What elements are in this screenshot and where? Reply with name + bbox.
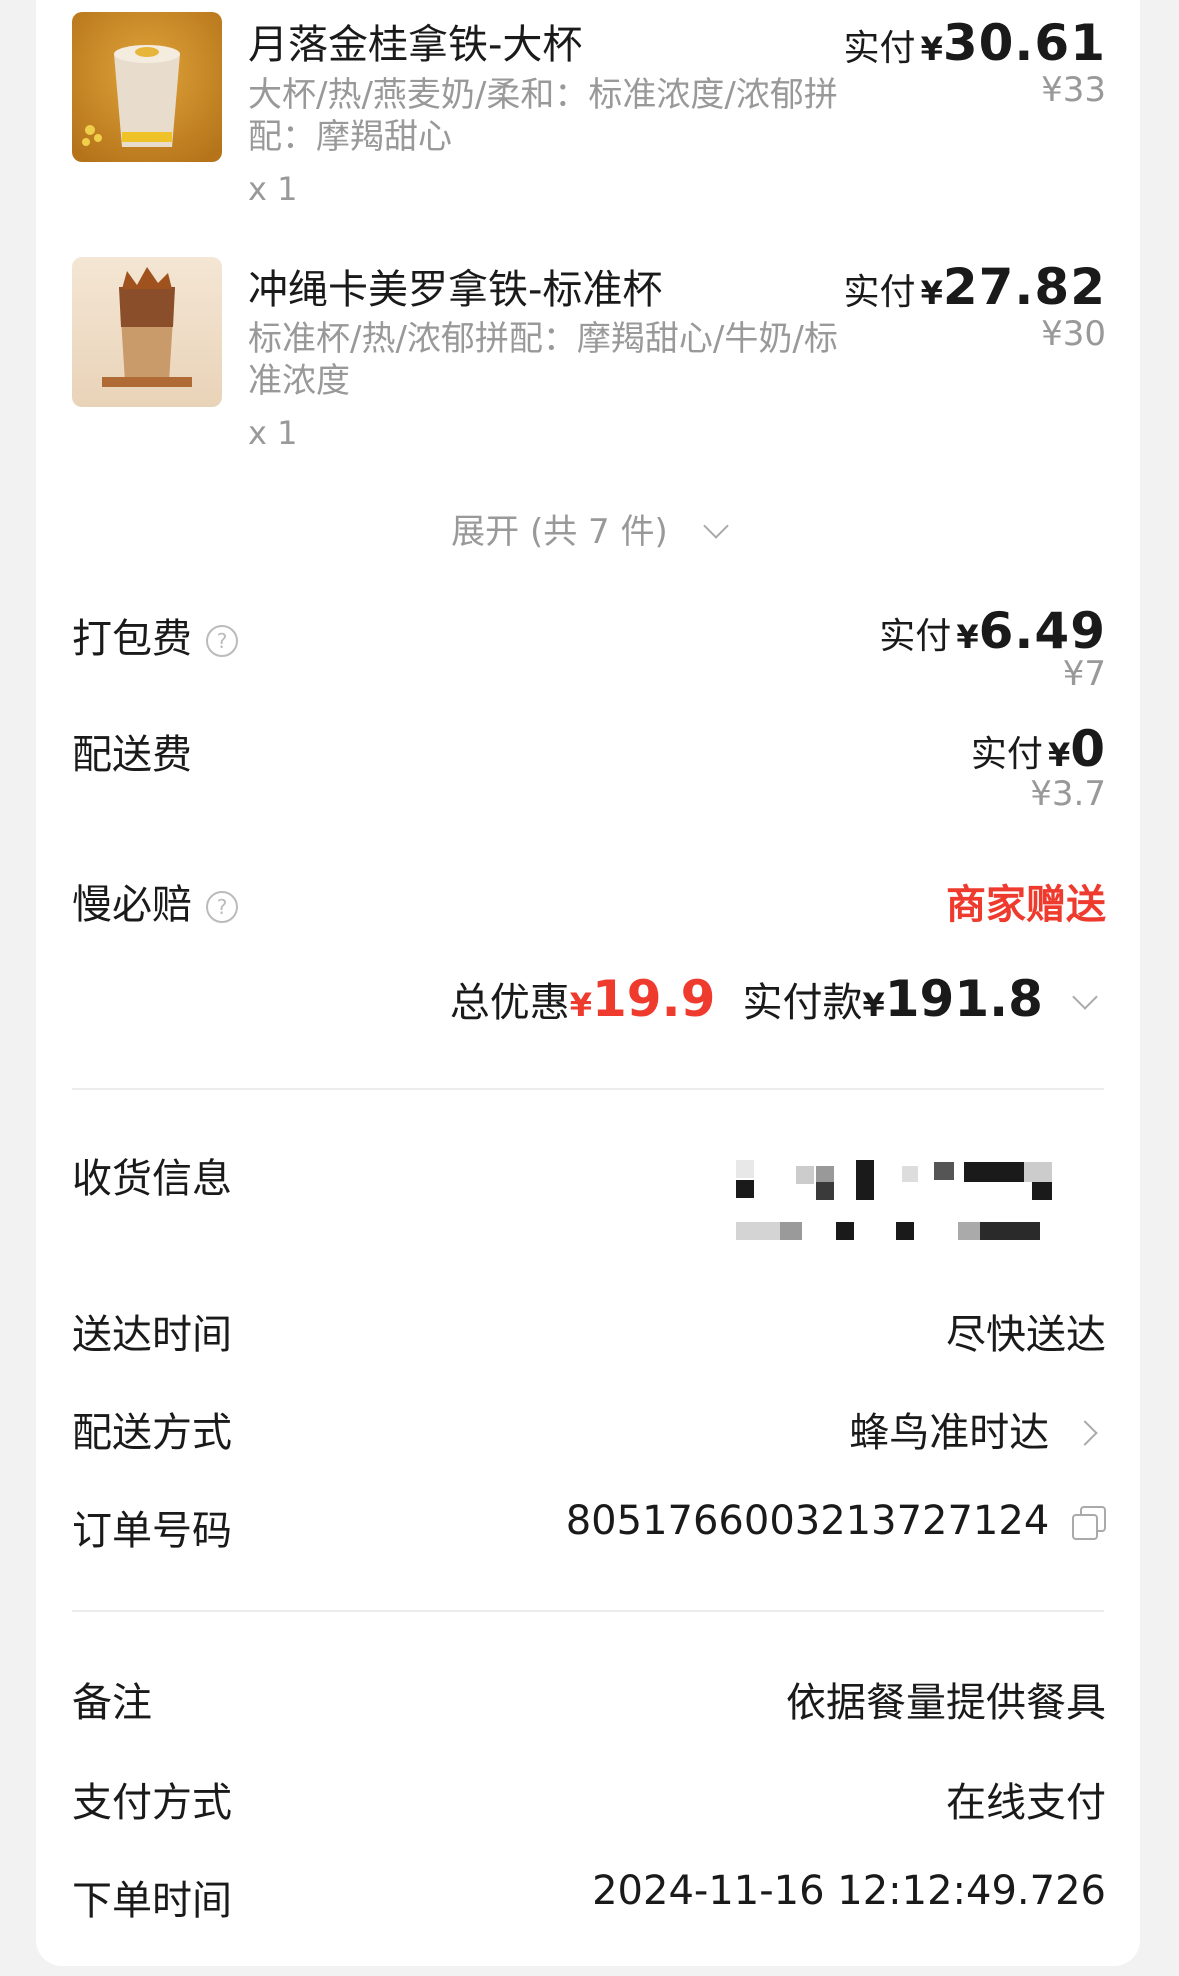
- currency-symbol: ¥: [920, 274, 943, 312]
- product-paid-price: 实付 ¥27.82: [843, 258, 1106, 316]
- divider: [72, 1088, 1104, 1090]
- paid-amount: 30.61: [942, 14, 1106, 72]
- delivery-fee-paid: 实付 ¥0: [970, 720, 1106, 778]
- delivery-method-label: 配送方式: [72, 1410, 232, 1456]
- chevron-right-icon: [1072, 1420, 1098, 1446]
- paid-label: 实付: [843, 28, 916, 69]
- total-paid-label: 实付款: [742, 980, 863, 1026]
- chevron-down-icon: [703, 513, 729, 539]
- expand-label: 展开 (共 7 件): [451, 512, 668, 552]
- paid-amount: 0: [1070, 720, 1106, 778]
- payment-method-label: 支付方式: [72, 1780, 232, 1826]
- delivery-time-value: 尽快送达: [946, 1312, 1106, 1358]
- product-quantity: x 1: [248, 170, 298, 208]
- note-label: 备注: [72, 1680, 152, 1726]
- total-paid-amount: 191.8: [884, 970, 1043, 1028]
- order-number-row: 8051766003213727124: [566, 1498, 1106, 1544]
- paid-amount: 6.49: [978, 602, 1106, 660]
- product-name[interactable]: 冲绳卡美罗拿铁-标准杯: [248, 257, 662, 315]
- product-original-price: ¥30: [1041, 314, 1106, 354]
- paid-amount: 27.82: [942, 258, 1106, 316]
- product-paid-price: 实付 ¥30.61: [843, 14, 1106, 72]
- product-specs: 大杯/热/燕麦奶/柔和：标准浓度/浓郁拼配：摩羯甜心: [248, 75, 838, 157]
- product-original-price: ¥33: [1041, 70, 1106, 110]
- paid-label: 实付: [843, 272, 916, 313]
- copy-icon[interactable]: [1072, 1506, 1106, 1540]
- order-number-label: 订单号码: [72, 1508, 232, 1554]
- help-icon[interactable]: ?: [206, 891, 238, 923]
- delivery-fee-label: 配送费: [72, 732, 192, 778]
- product-specs: 标准杯/热/浓郁拼配：摩羯甜心/牛奶/标准浓度: [248, 319, 838, 401]
- delivery-method-row[interactable]: 蜂鸟准时达: [849, 1400, 1106, 1458]
- total-currency: ¥: [862, 986, 885, 1024]
- discount-currency: ¥: [569, 986, 593, 1024]
- order-time-value: 2024-11-16 12:12:49.726: [592, 1868, 1106, 1914]
- delivery-fee-original: ¥3.7: [1030, 774, 1106, 814]
- help-icon[interactable]: ?: [206, 625, 238, 657]
- discount-label: 总优惠: [449, 980, 570, 1026]
- product-quantity: x 1: [248, 414, 298, 452]
- product-name[interactable]: 月落金桂拿铁-大杯: [248, 12, 582, 70]
- discount-amount: 19.9: [592, 970, 716, 1028]
- divider: [72, 1610, 1104, 1612]
- delivery-method-value: 蜂鸟准时达: [849, 1410, 1050, 1456]
- chevron-down-icon: [1072, 984, 1098, 1010]
- packing-fee-label: 打包费?: [72, 606, 238, 664]
- slow-compensation-value: 商家赠送: [946, 882, 1106, 928]
- receiver-info-redacted[interactable]: [736, 1160, 1102, 1244]
- order-detail-card: 月落金桂拿铁-大杯 大杯/热/燕麦奶/柔和：标准浓度/浓郁拼配：摩羯甜心 x 1…: [36, 0, 1140, 1966]
- order-time-label: 下单时间: [72, 1878, 232, 1924]
- note-value: 依据餐量提供餐具: [786, 1680, 1106, 1726]
- order-summary[interactable]: 总优惠¥19.9 实付款¥191.8: [450, 970, 1106, 1028]
- slow-compensation-label: 慢必赔?: [72, 872, 238, 930]
- delivery-time-label: 送达时间: [72, 1312, 232, 1358]
- product-image[interactable]: [72, 257, 222, 407]
- receiver-info-label: 收货信息: [72, 1156, 232, 1202]
- product-image[interactable]: [72, 12, 222, 162]
- currency-symbol: ¥: [920, 30, 943, 68]
- order-number-value: 8051766003213727124: [565, 1498, 1050, 1544]
- packing-fee-original: ¥7: [1062, 654, 1106, 694]
- packing-fee-paid: 实付 ¥6.49: [879, 602, 1106, 660]
- expand-items-button[interactable]: 展开 (共 7 件): [36, 504, 1140, 553]
- payment-method-value: 在线支付: [946, 1780, 1106, 1826]
